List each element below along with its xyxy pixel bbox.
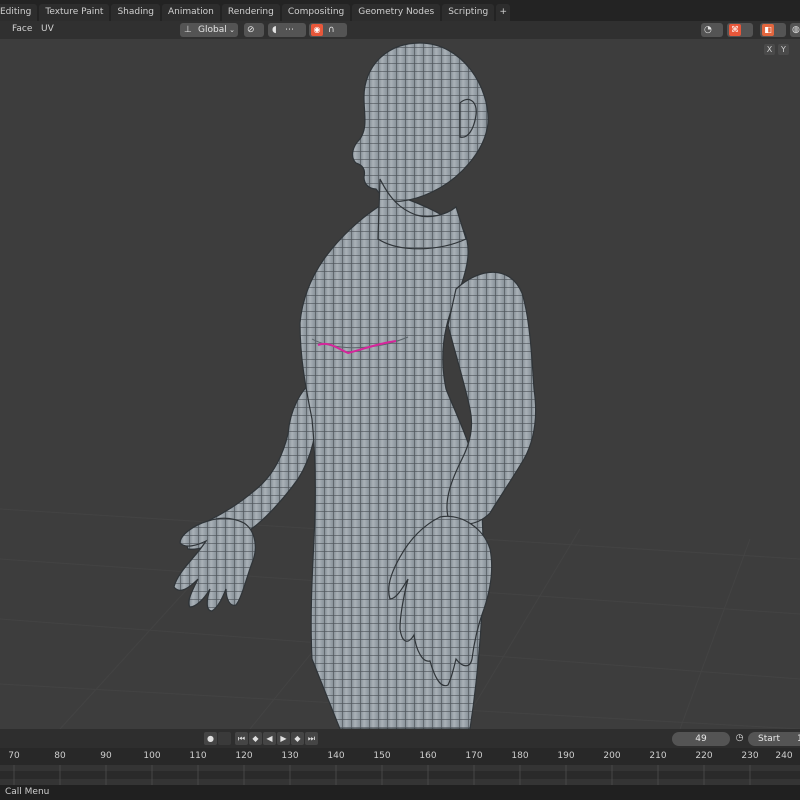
ruler-tick: 190 bbox=[557, 751, 575, 761]
tab-texture-paint[interactable]: Texture Paint bbox=[39, 4, 110, 21]
pivot-point-dropdown[interactable]: ⊘ bbox=[244, 23, 264, 37]
start-frame-field[interactable]: Start 1 bbox=[748, 732, 800, 746]
jump-start-button[interactable]: ⏮ bbox=[235, 732, 248, 745]
ruler-tick: 130 bbox=[281, 751, 299, 761]
ruler-tick: 140 bbox=[327, 751, 345, 761]
play-button[interactable]: ▶ bbox=[277, 732, 290, 745]
status-bar: Call Menu bbox=[0, 785, 800, 800]
ruler-tick: 80 bbox=[54, 751, 66, 761]
add-workspace-button[interactable]: + bbox=[496, 4, 511, 21]
tab-rendering[interactable]: Rendering bbox=[221, 4, 280, 21]
ruler-tick: 170 bbox=[465, 751, 483, 761]
proportional-editing-dropdown[interactable]: ◉ ∩ bbox=[309, 23, 347, 37]
record-button[interactable]: ● bbox=[204, 732, 217, 745]
human-mesh bbox=[173, 42, 537, 729]
orientation-icon: ⊥ bbox=[184, 25, 192, 35]
play-icon: ▶ bbox=[280, 734, 287, 743]
ruler-tick: 70 bbox=[8, 751, 20, 761]
transform-orientation-dropdown[interactable]: ⊥ Global ⌄ bbox=[180, 23, 238, 37]
record-icon: ● bbox=[207, 734, 214, 743]
tab-scripting[interactable]: Scripting bbox=[442, 4, 495, 21]
falloff-curve-icon: ∩ bbox=[328, 25, 335, 35]
tab-geometry-nodes[interactable]: Geometry Nodes bbox=[352, 4, 441, 21]
ruler-tick: 220 bbox=[695, 751, 713, 761]
keying-dropdown[interactable] bbox=[218, 732, 231, 745]
previous-keyframe-icon: ◆ bbox=[252, 734, 259, 743]
ruler-tick: 150 bbox=[373, 751, 391, 761]
ruler-tick: 100 bbox=[143, 751, 161, 761]
ruler-tick: 200 bbox=[603, 751, 621, 761]
ruler-tick: 240 bbox=[775, 751, 793, 761]
shading-mode-wireframe[interactable]: ◍ bbox=[790, 23, 800, 37]
magnet-icon: ◖ bbox=[272, 25, 277, 35]
menu-uv[interactable]: UV bbox=[41, 24, 54, 34]
next-keyframe-button[interactable]: ◆ bbox=[291, 732, 304, 745]
chevron-down-icon: ⌄ bbox=[229, 26, 235, 34]
next-keyframe-icon: ◆ bbox=[294, 734, 301, 743]
right-arm bbox=[446, 271, 537, 525]
ruler-tick: 110 bbox=[189, 751, 207, 761]
viewport-gizmo-dropdown[interactable]: ◔ bbox=[701, 23, 723, 37]
play-reverse-icon: ◀ bbox=[266, 734, 273, 743]
prev-keyframe-button[interactable]: ◆ bbox=[249, 732, 262, 745]
proportional-editing-icon: ◉ bbox=[311, 24, 323, 36]
gizmo-icon: ◔ bbox=[704, 25, 712, 35]
viewport-canvas[interactable] bbox=[0, 39, 800, 729]
play-reverse-button[interactable]: ◀ bbox=[263, 732, 276, 745]
ruler-tick: 210 bbox=[649, 751, 667, 761]
playback-bar: ● ⏮ ◆ ◀ ▶ ◆ ⏭ 49 ◷ Start 1 bbox=[0, 729, 800, 748]
tab-animation[interactable]: Animation bbox=[162, 4, 220, 21]
overlays-dropdown[interactable]: ⌘ bbox=[727, 23, 753, 37]
clock-icon[interactable]: ◷ bbox=[733, 732, 746, 745]
tab-editing[interactable]: Editing bbox=[0, 4, 38, 21]
overlays-icon: ⌘ bbox=[729, 24, 741, 36]
xray-toggle[interactable]: ◧ bbox=[760, 23, 786, 37]
xray-icon: ◧ bbox=[762, 24, 774, 36]
frame-ruler[interactable]: 70 80 90 100 110 120 130 140 150 160 170… bbox=[0, 748, 800, 765]
tab-compositing[interactable]: Compositing bbox=[281, 4, 351, 21]
ruler-tick: 90 bbox=[100, 751, 112, 761]
jump-to-start-icon: ⏮ bbox=[237, 734, 246, 743]
wireframe-sphere-icon: ◍ bbox=[792, 25, 800, 35]
axis-y-button[interactable]: Y bbox=[778, 44, 789, 55]
current-frame-field[interactable]: 49 bbox=[672, 732, 730, 746]
snap-target-icon: ⋯ bbox=[285, 25, 294, 35]
snapping-dropdown[interactable]: ◖ ⋯ bbox=[268, 23, 306, 37]
jump-end-button[interactable]: ⏭ bbox=[305, 732, 318, 745]
viewport-header: : Face UV ⊥ Global ⌄ ⊘ ◖ ⋯ ◉ ∩ ◔ ⌘ ◧ ◍ bbox=[0, 21, 800, 39]
status-call-menu: Call Menu bbox=[5, 787, 50, 797]
ruler-tick: 180 bbox=[511, 751, 529, 761]
orientation-value: Global bbox=[198, 25, 227, 35]
ruler-tick: 160 bbox=[419, 751, 437, 761]
3d-viewport[interactable]: X Y bbox=[0, 39, 800, 729]
pivot-icon: ⊘ bbox=[247, 25, 255, 35]
timeline-grid bbox=[0, 765, 800, 785]
tab-shading[interactable]: Shading bbox=[111, 4, 160, 21]
ruler-tick: 230 bbox=[741, 751, 759, 761]
ruler-tick: 120 bbox=[235, 751, 253, 761]
timeline-track-area[interactable] bbox=[0, 765, 800, 785]
menu-face[interactable]: Face bbox=[12, 24, 32, 34]
start-label: Start bbox=[758, 734, 780, 744]
workspace-tab-bar: Editing Texture Paint Shading Animation … bbox=[0, 0, 800, 21]
jump-to-end-icon: ⏭ bbox=[307, 734, 316, 743]
axis-x-button[interactable]: X bbox=[764, 44, 775, 55]
left-hand bbox=[173, 517, 256, 612]
